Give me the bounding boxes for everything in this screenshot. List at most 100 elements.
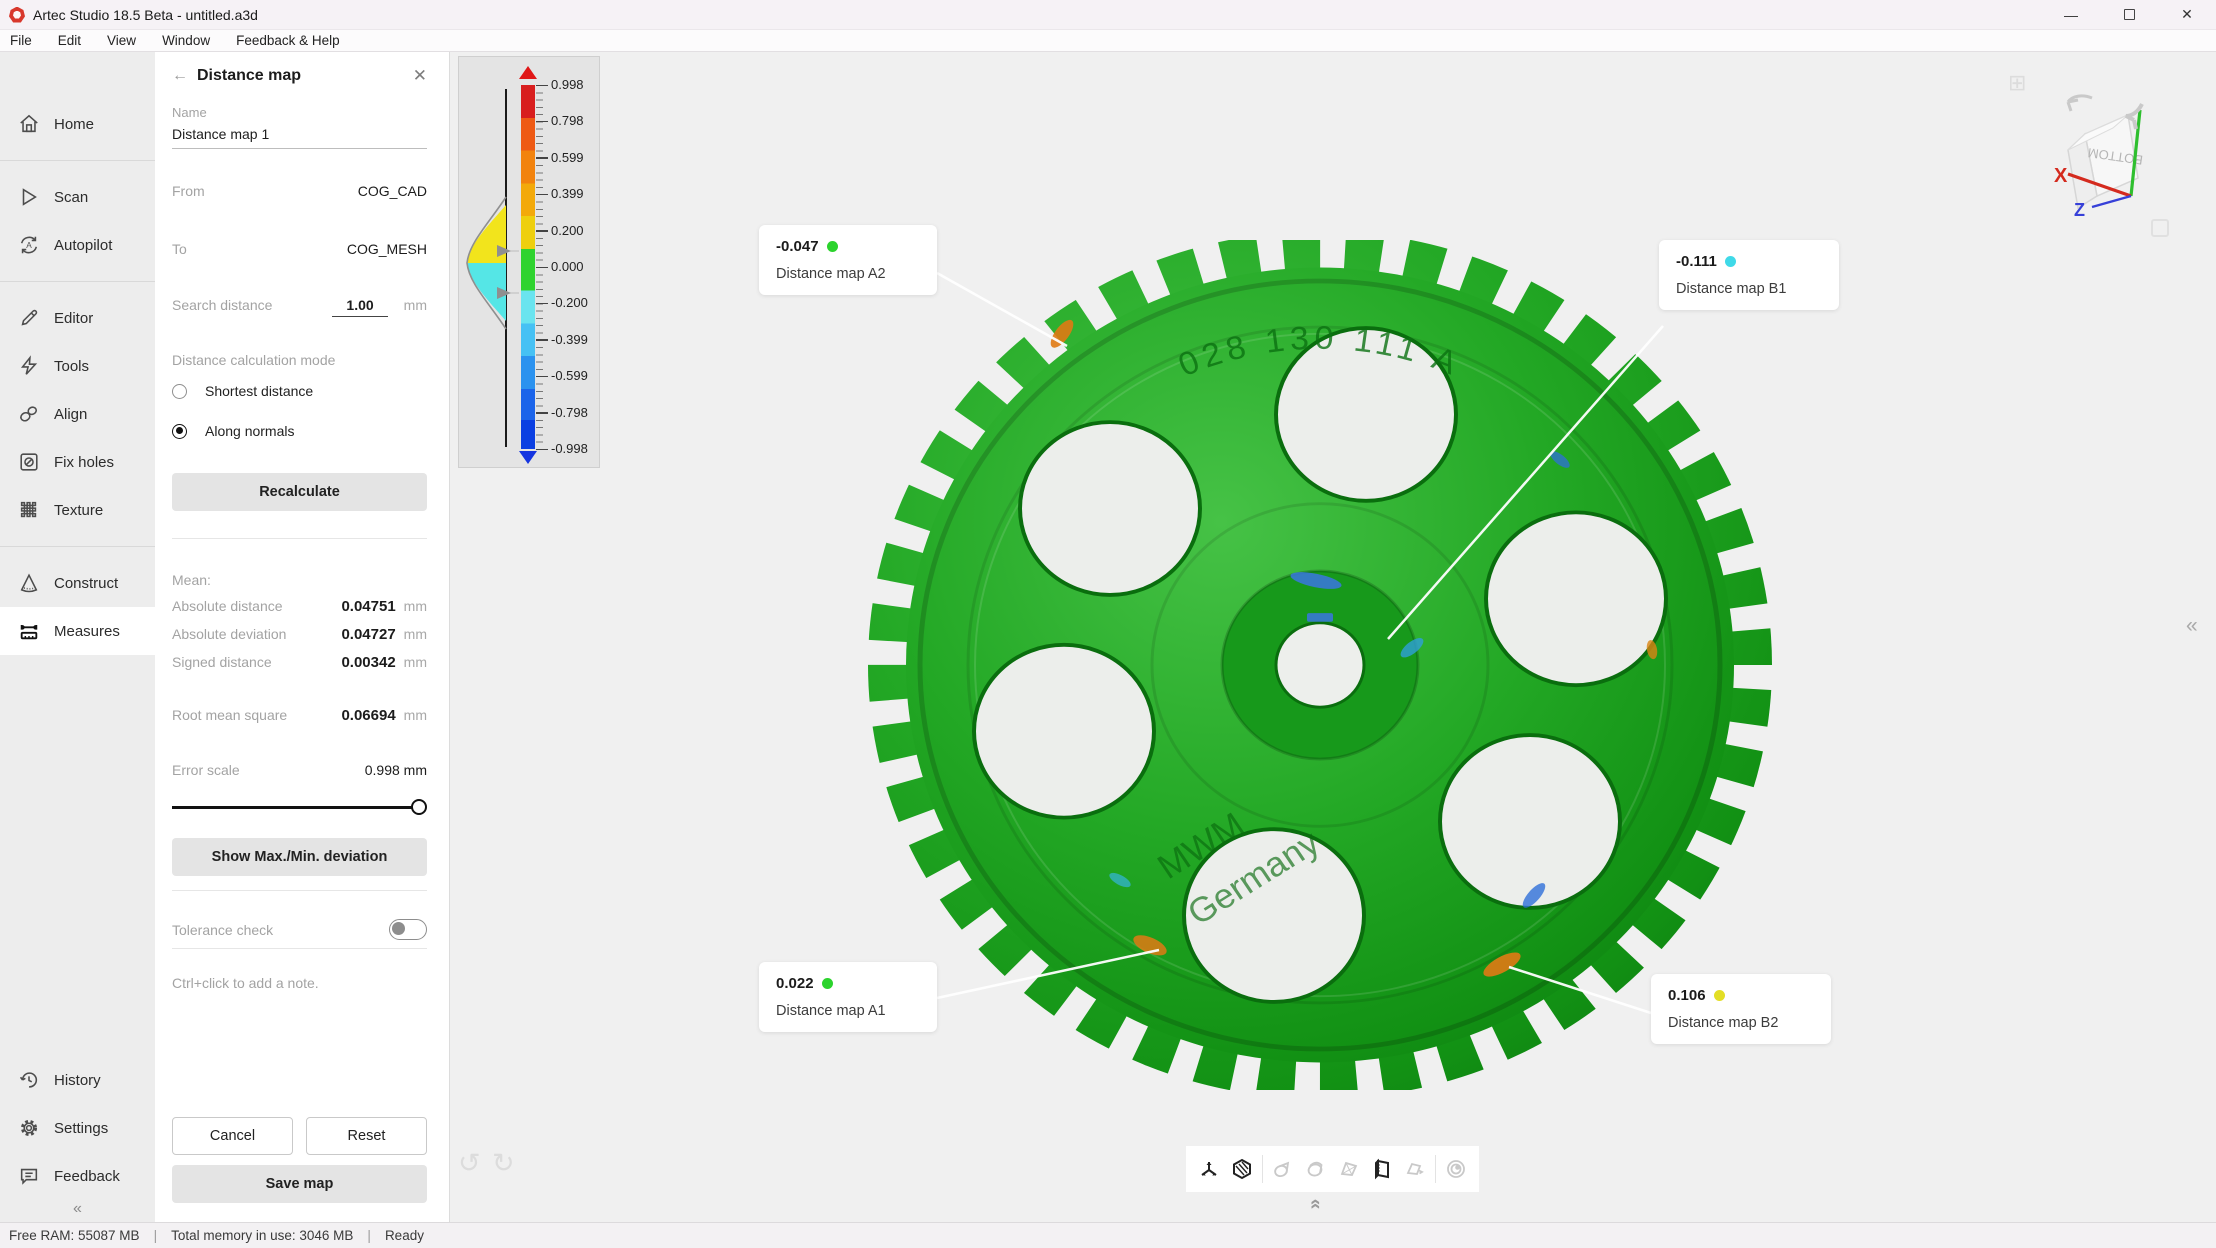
restore-button[interactable] <box>2100 0 2158 29</box>
undo-icon[interactable]: ↺ <box>458 1148 481 1179</box>
scale-min-arrow[interactable] <box>519 451 537 464</box>
sidebar-item-scan[interactable]: Scan <box>0 173 155 221</box>
right-panel-collapse-button[interactable]: « <box>2186 614 2198 638</box>
sidebar-item-fix-holes[interactable]: Fix holes <box>0 438 155 486</box>
sidebar-item-tools[interactable]: Tools <box>0 342 155 390</box>
sidebar-item-align[interactable]: Align <box>0 390 155 438</box>
mini-cube-icon[interactable] <box>2152 220 2168 236</box>
color-scale-tick-label: -0.399 <box>551 332 588 347</box>
color-scale-bar <box>521 85 535 449</box>
search-distance-input[interactable]: 1.00 <box>332 297 387 317</box>
move-axes-icon[interactable] <box>1196 1156 1222 1182</box>
minimize-button[interactable]: — <box>2042 0 2100 29</box>
sidebar-item-feedback[interactable]: Feedback <box>0 1152 155 1200</box>
xray-view-icon[interactable] <box>1270 1156 1296 1182</box>
sidebar-item-settings[interactable]: Settings <box>0 1104 155 1152</box>
annotation-card-b1[interactable]: -0.111 Distance map B1 <box>1659 240 1839 310</box>
show-maxmin-button[interactable]: Show Max./Min. deviation <box>172 838 427 876</box>
save-map-button[interactable]: Save map <box>172 1165 427 1203</box>
wireframe-view-icon[interactable] <box>1336 1156 1362 1182</box>
sidebar-item-label: Texture <box>54 502 103 519</box>
toolbar-separator <box>1435 1155 1436 1183</box>
slider-track <box>172 806 421 809</box>
sidebar-item-home[interactable]: Home <box>0 100 155 148</box>
sidebar-divider <box>0 160 155 161</box>
rotate-arrow-icon[interactable] <box>2068 96 2092 111</box>
color-scale-major-tick <box>536 85 548 87</box>
tolerance-toggle[interactable] <box>389 919 427 940</box>
target-view-icon[interactable] <box>1443 1156 1469 1182</box>
color-scale-tick-label: 0.998 <box>551 77 584 92</box>
recalculate-button[interactable]: Recalculate <box>172 473 427 511</box>
restore-icon <box>2124 9 2135 20</box>
radio-along-normals[interactable]: Along normals <box>172 423 295 439</box>
annotation-value: 0.022 <box>776 975 814 992</box>
scale-max-arrow[interactable] <box>519 66 537 79</box>
history-icon <box>17 1068 41 1092</box>
toolbar-expand-button[interactable]: « <box>1304 1183 1326 1223</box>
redo-icon[interactable]: ↻ <box>492 1148 515 1179</box>
3d-viewport[interactable]: 028 130 111 A MWM Germany <box>450 52 2216 1222</box>
color-scale-major-tick <box>536 157 548 159</box>
annotation-card-a1[interactable]: 0.022 Distance map A1 <box>759 962 937 1032</box>
menu-feedback-help[interactable]: Feedback & Help <box>236 33 340 48</box>
cone-icon <box>17 571 41 595</box>
fix-holes-icon <box>17 450 41 474</box>
cancel-button[interactable]: Cancel <box>172 1117 293 1155</box>
title-bar: Artec Studio 18.5 Beta - untitled.a3d — … <box>0 0 2216 30</box>
search-distance-label: Search distance <box>172 297 332 313</box>
color-scale-major-tick <box>536 376 548 378</box>
status-separator: | <box>154 1228 158 1243</box>
sidebar-item-label: Fix holes <box>54 454 114 471</box>
window-title: Artec Studio 18.5 Beta - untitled.a3d <box>33 7 258 23</box>
toolbar-separator <box>1262 1155 1263 1183</box>
sidebar-item-history[interactable]: History <box>0 1056 155 1104</box>
textured-view-icon[interactable] <box>1369 1156 1395 1182</box>
error-scale-value: 0.998 mm <box>365 762 427 778</box>
annotation-card-b2[interactable]: 0.106 Distance map B2 <box>1651 974 1831 1044</box>
sidebar-item-measures[interactable]: Measures <box>0 607 155 655</box>
annotation-card-a2[interactable]: -0.047 Distance map A2 <box>759 225 937 295</box>
slider-handle[interactable] <box>411 799 427 815</box>
sidebar-item-construct[interactable]: Construct <box>0 559 155 607</box>
sidebar-item-editor[interactable]: Editor <box>0 294 155 342</box>
annotation-label: Distance map B1 <box>1676 281 1822 297</box>
annotation-dot <box>827 241 838 252</box>
annotation-dot <box>1714 990 1725 1001</box>
radio-icon <box>172 384 187 399</box>
from-value[interactable]: COG_CAD <box>358 183 427 199</box>
grid-view-icon[interactable]: ⊞ <box>2008 70 2026 96</box>
sidebar-item-texture[interactable]: Texture <box>0 486 155 534</box>
menu-file[interactable]: File <box>10 33 32 48</box>
back-button[interactable]: ← <box>172 67 188 85</box>
solid-view-icon[interactable] <box>1303 1156 1329 1182</box>
reset-button[interactable]: Reset <box>306 1117 427 1155</box>
navigation-cube[interactable]: BOTTOM X Z <box>2030 92 2190 262</box>
app-logo-icon <box>9 7 25 23</box>
color-scale-tick-label: -0.798 <box>551 405 588 420</box>
stat-label: Absolute distance <box>172 598 341 614</box>
sidebar-item-label: Autopilot <box>54 237 112 254</box>
speech-bubble-icon <box>17 1164 41 1188</box>
close-button[interactable]: ✕ <box>2158 0 2216 29</box>
flat-shading-icon[interactable] <box>1402 1156 1428 1182</box>
menu-window[interactable]: Window <box>162 33 210 48</box>
artec-studio-window: Artec Studio 18.5 Beta - untitled.a3d — … <box>0 0 2216 1248</box>
menu-edit[interactable]: Edit <box>58 33 81 48</box>
to-value[interactable]: COG_MESH <box>347 241 427 257</box>
sidebar: Home Scan A Autopilot Editor Tools Align… <box>0 52 155 1222</box>
sidebar-item-autopilot[interactable]: A Autopilot <box>0 221 155 269</box>
name-input[interactable]: Distance map 1 <box>172 126 269 142</box>
name-label: Name <box>172 105 207 120</box>
error-scale-slider[interactable] <box>172 799 427 815</box>
gear-model[interactable]: 028 130 111 A MWM Germany <box>860 240 1780 1090</box>
radio-shortest-distance[interactable]: Shortest distance <box>172 383 313 399</box>
svg-text:A: A <box>26 241 32 250</box>
memory-status: Total memory in use: 3046 MB <box>171 1228 353 1243</box>
sidebar-divider <box>0 281 155 282</box>
color-scale-widget[interactable]: 0.9980.7980.5990.3990.2000.000-0.200-0.3… <box>458 56 600 468</box>
panel-close-button[interactable]: ✕ <box>413 66 427 86</box>
shaded-view-icon[interactable] <box>1229 1156 1255 1182</box>
sidebar-collapse-button[interactable]: « <box>0 1200 155 1222</box>
menu-view[interactable]: View <box>107 33 136 48</box>
